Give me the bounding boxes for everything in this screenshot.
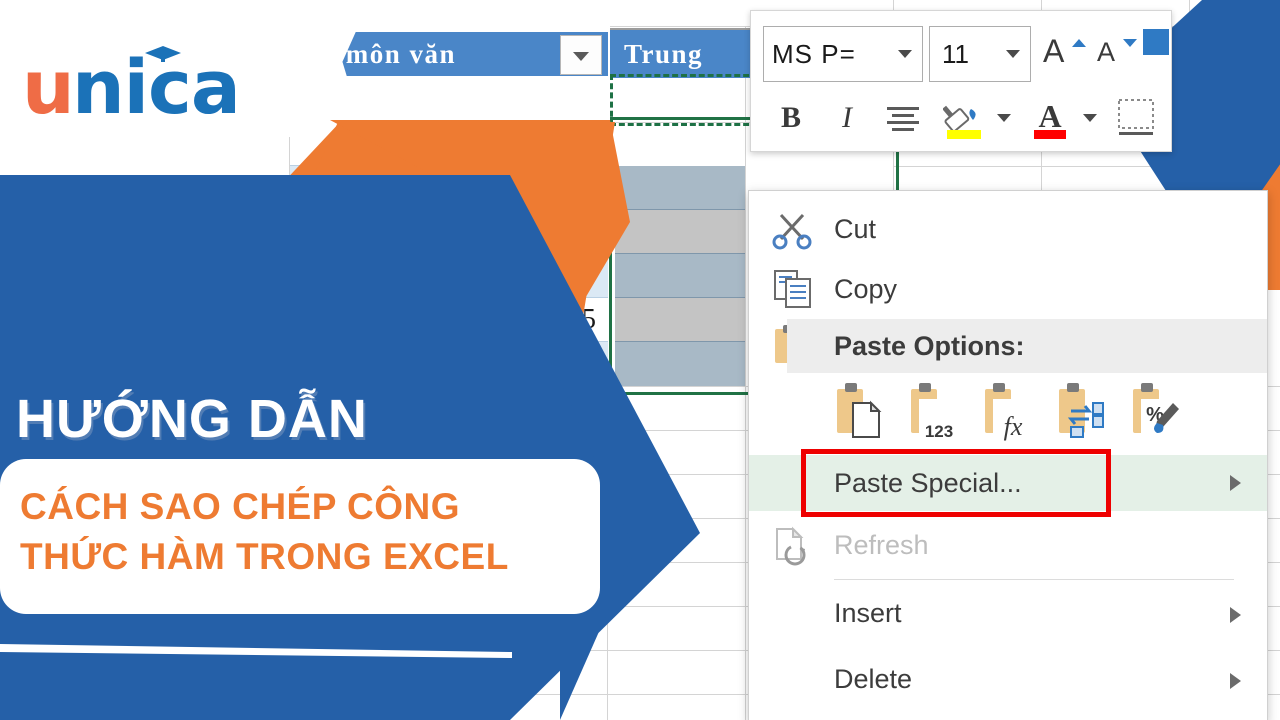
svg-text:A: A [1038,98,1061,134]
menu-item-refresh-label: Refresh [834,530,929,560]
refresh-icon [776,526,806,566]
table-header-label-right: Trung [624,39,704,69]
paste-all-icon[interactable] [831,377,893,447]
bold-button[interactable]: B [765,89,817,147]
menu-item-copy[interactable]: Copy [749,259,1267,319]
paste-values-glyph: 123 [911,383,953,441]
paste-options-label: Paste Options: [834,331,1025,361]
logo-letter-u: u [22,45,75,131]
highlight-annotation-box [801,449,1111,517]
svg-text:123: 123 [925,422,953,441]
italic-button[interactable]: I [821,89,873,147]
paste-all-glyph [837,383,882,438]
font-name-combobox[interactable]: MS P= [763,26,923,82]
borders-icon [1118,99,1154,135]
menu-item-delete[interactable]: Delete [749,649,1267,709]
submenu-arrow-icon [1230,607,1241,623]
chevron-down-icon [1083,114,1097,122]
context-menu: Cut Copy Paste Options: 123 fx % Paste S… [748,190,1268,720]
fill-color-button[interactable] [937,89,991,147]
menu-item-refresh: Refresh [749,515,1267,575]
graduation-cap-icon [145,46,181,62]
decor-white-rule [0,644,512,658]
page-subtitle-line1: CÁCH SAO CHÉP CÔNG [20,486,461,527]
paste-options-header: Paste Options: [787,319,1267,373]
mini-format-toolbar: MS P= 11 A A B I A [750,10,1172,152]
bold-label: B [780,101,801,134]
format-painter-button[interactable] [1143,29,1169,55]
menu-item-insert-label: Insert [834,598,902,628]
center-align-button[interactable] [877,89,929,147]
paste-transpose-glyph [1059,383,1104,438]
chevron-down-icon[interactable] [898,50,912,58]
increase-font-size-button[interactable]: A [1039,25,1089,81]
menu-divider [834,579,1234,580]
page-subtitle: CÁCH SAO CHÉP CÔNG THỨC HÀM TRONG EXCEL [20,482,580,582]
fill-color-icon [943,105,981,139]
menu-item-cut-label: Cut [834,214,877,244]
submenu-arrow-icon [1230,673,1241,689]
menu-item-insert[interactable]: Insert [749,583,1267,643]
triangle-up-icon [1072,39,1086,47]
font-color-button[interactable]: A [1023,89,1077,147]
decrease-font-size-button[interactable]: A [1093,25,1143,81]
paste-formulas-icon[interactable]: fx [979,377,1041,447]
page-subtitle-line2: THỨC HÀM TRONG EXCEL [20,536,509,577]
font-color-dropdown[interactable] [1077,89,1103,147]
center-align-icon [887,107,919,131]
submenu-arrow-icon [1230,475,1241,491]
menu-item-delete-label: Delete [834,664,913,694]
paste-transpose-icon[interactable] [1053,377,1115,447]
font-name-value: MS P= [772,39,856,69]
menu-paste-options-row: Paste Options: [749,319,1267,373]
font-size-combobox[interactable]: 11 [929,26,1031,82]
increase-font-size-label: A [1043,33,1065,69]
decrease-font-size-label: A [1097,37,1116,67]
copy-icon [774,270,811,308]
unica-logo: u nica [22,45,302,131]
menu-item-copy-label: Copy [834,274,898,304]
fill-color-dropdown[interactable] [991,89,1017,147]
screenshot-root: C ếm môn văn Trung 6 8 6 5 [0,0,1280,720]
chevron-down-icon [997,114,1011,122]
triangle-down-icon [1123,39,1137,47]
font-color-icon: A [1034,98,1066,139]
scissors-icon [772,213,812,250]
chevron-down-icon[interactable] [1006,50,1020,58]
page-title: HƯỚNG DẪN [16,389,368,449]
svg-text:fx: fx [1004,412,1023,441]
menu-item-cut[interactable]: Cut [749,199,1267,259]
font-size-value: 11 [942,39,969,69]
mini-toolbar-row-2: B I A [751,89,1171,149]
italic-label: I [842,101,852,134]
paste-formulas-glyph: fx [985,383,1023,441]
paste-formatting-glyph: % [1133,383,1179,433]
paste-formatting-icon[interactable]: % [1127,377,1189,447]
paste-values-icon[interactable]: 123 [905,377,967,447]
borders-button[interactable] [1109,89,1163,147]
